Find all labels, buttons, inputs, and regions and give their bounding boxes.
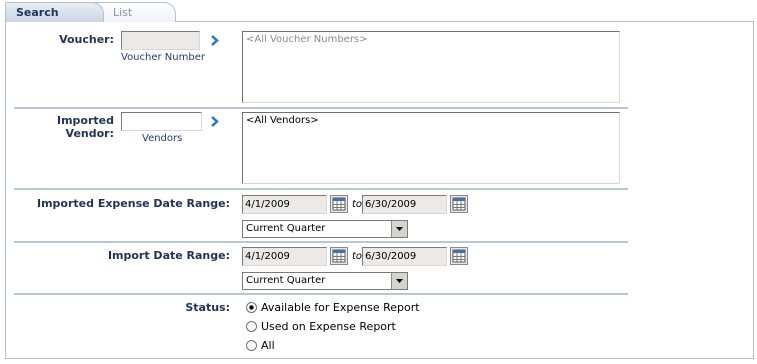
voucher-number-link[interactable]: Voucher Number (121, 52, 205, 63)
import-from-calendar-icon[interactable] (330, 247, 348, 265)
separator (14, 107, 628, 109)
search-panel: Voucher: Voucher Number <All Voucher Num… (5, 21, 754, 359)
voucher-add-arrow-icon[interactable] (210, 35, 219, 46)
radio-available-label: Available for Expense Report (261, 301, 420, 314)
voucher-listbox[interactable]: <All Voucher Numbers> (242, 31, 620, 103)
vendors-link[interactable]: Vendors (142, 133, 182, 144)
radio-available[interactable] (246, 302, 257, 313)
vendor-add-arrow-icon[interactable] (210, 116, 219, 127)
import-to-label: to (352, 251, 363, 262)
expense-period-value: Current Quarter (246, 223, 326, 234)
tab-search[interactable]: Search (5, 2, 104, 22)
import-to-calendar-icon[interactable] (450, 247, 468, 265)
vendor-label: Imported Vendor: (56, 114, 114, 140)
radio-all-label: All (261, 339, 275, 352)
chevron-down-icon[interactable] (391, 221, 407, 237)
expense-from-calendar-icon[interactable] (330, 195, 348, 213)
voucher-label: Voucher: (59, 33, 114, 46)
expense-to-calendar-icon[interactable] (450, 195, 468, 213)
vendor-input[interactable] (121, 112, 202, 131)
expense-period-select[interactable]: Current Quarter (242, 220, 408, 238)
separator (14, 293, 628, 295)
import-period-value: Current Quarter (246, 275, 326, 286)
import-to-date-input[interactable]: 6/30/2009 (362, 247, 447, 266)
radio-all[interactable] (246, 340, 257, 351)
vendor-listbox[interactable]: <All Vendors> (242, 112, 620, 184)
radio-used-label: Used on Expense Report (261, 320, 396, 333)
separator (14, 241, 628, 243)
chevron-down-icon[interactable] (391, 273, 407, 289)
expense-from-date-input[interactable]: 4/1/2009 (242, 195, 327, 214)
tab-list[interactable]: List (92, 2, 176, 22)
expense-to-label: to (352, 199, 363, 210)
radio-used[interactable] (246, 321, 257, 332)
separator (14, 188, 628, 190)
expense-date-range-label: Imported Expense Date Range: (36, 197, 230, 210)
import-date-range-label: Import Date Range: (107, 249, 230, 262)
import-period-select[interactable]: Current Quarter (242, 272, 408, 290)
expense-to-date-input[interactable]: 6/30/2009 (362, 195, 447, 214)
status-label: Status: (185, 301, 230, 314)
import-from-date-input[interactable]: 4/1/2009 (242, 247, 327, 266)
voucher-input[interactable] (121, 31, 200, 50)
